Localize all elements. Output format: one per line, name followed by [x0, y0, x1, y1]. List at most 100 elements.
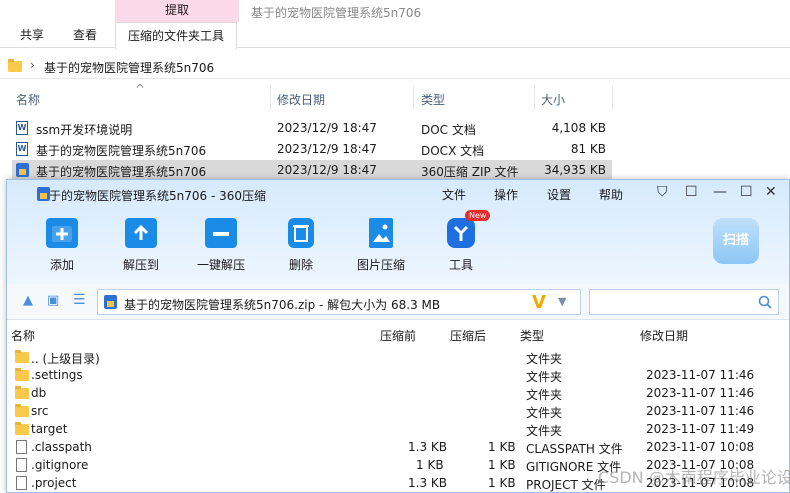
- toolbar-add-button[interactable]: 添加: [32, 218, 92, 273]
- archive-size-before: 1.3 KB: [408, 440, 447, 454]
- archive-row[interactable]: db 文件夹 2023-11-07 11:46: [7, 384, 789, 402]
- zip-nav-bar: ▲ ▣ ☰ 基于的宠物医院管理系统5n706.zip - 解包大小为 68.3 …: [7, 284, 789, 320]
- file-date: 2023/12/9 18:47: [277, 121, 377, 135]
- skin-shirt-icon[interactable]: ⛉: [657, 184, 668, 200]
- explorer-column-headers: 名称 ^ 修改日期 类型 大小: [0, 82, 790, 110]
- sort-up-icon: ^: [135, 82, 146, 96]
- column-type[interactable]: 类型: [421, 91, 445, 108]
- toolbar-label: 解压到: [122, 258, 159, 272]
- file-row[interactable]: W 基于的宠物医院管理系统5n706 2023/12/9 18:47 DOCX …: [12, 139, 612, 159]
- new-badge: New: [465, 210, 491, 221]
- archive-row[interactable]: .. (上级目录) 文件夹: [7, 348, 789, 366]
- window-title: 基于的宠物医院管理系统5n706: [251, 6, 422, 20]
- maximize-icon[interactable]: ☐: [740, 184, 753, 200]
- feedback-icon[interactable]: ☐: [685, 184, 698, 200]
- scan-button[interactable]: 扫描: [713, 218, 759, 264]
- toolbar-label: 一键解压: [196, 258, 245, 272]
- archive-name: .classpath: [31, 440, 92, 454]
- file-type: DOC 文档: [421, 123, 476, 137]
- extract-to-icon: [125, 218, 157, 248]
- file-date: 2023/12/9 18:47: [277, 142, 377, 156]
- file-type: DOCX 文档: [421, 144, 485, 158]
- file-name: 基于的宠物医院管理系统5n706: [36, 144, 207, 158]
- v-brand-icon[interactable]: V: [532, 292, 546, 313]
- file-row-selected[interactable]: 基于的宠物医院管理系统5n706 2023/12/9 18:47 360压缩 Z…: [12, 160, 612, 180]
- dropdown-arrow-icon[interactable]: ▼: [558, 295, 566, 308]
- archive-row[interactable]: .settings 文件夹 2023-11-07 11:46: [7, 366, 789, 384]
- word-doc-icon: W: [16, 121, 28, 135]
- menu-file[interactable]: 文件: [442, 186, 466, 203]
- toolbar-label: 添加: [49, 258, 74, 272]
- one-click-extract-icon: [205, 218, 237, 248]
- column-divider[interactable]: [413, 86, 414, 110]
- column-date[interactable]: 修改日期: [640, 327, 688, 344]
- toolbar-one-click-extract-button[interactable]: 一键解压: [191, 218, 251, 273]
- zip-archive-icon: [104, 295, 117, 309]
- menu-operate[interactable]: 操作: [494, 186, 518, 203]
- close-icon[interactable]: ✕: [765, 184, 777, 200]
- column-compressed-before[interactable]: 压缩前: [380, 327, 416, 344]
- zip-window-title: 基于的宠物医院管理系统5n706 - 360压缩: [17, 187, 266, 204]
- file-type: 360压缩 ZIP 文件: [421, 165, 519, 179]
- column-name[interactable]: 名称: [11, 327, 35, 344]
- column-type[interactable]: 类型: [520, 327, 544, 344]
- breadcrumb-path[interactable]: 基于的宠物医院管理系统5n706: [44, 59, 214, 76]
- column-name[interactable]: 名称: [16, 91, 40, 108]
- file-size: 81 KB: [570, 142, 606, 156]
- archive-type: CLASSPATH 文件: [526, 442, 623, 456]
- archive-date: 2023-11-07 11:49: [646, 422, 755, 436]
- file-size: 34,935 KB: [544, 163, 606, 177]
- tab-share[interactable]: 共享: [20, 26, 44, 43]
- folder-icon: [15, 386, 29, 399]
- toolbar-tools-button[interactable]: New 工具: [431, 210, 491, 273]
- archive-row[interactable]: target 文件夹 2023-11-07 11:49: [7, 420, 789, 438]
- column-divider[interactable]: [270, 86, 271, 110]
- column-divider[interactable]: [534, 86, 535, 110]
- ribbon-context-tab-extract[interactable]: 提取: [115, 0, 239, 22]
- archive-path-field[interactable]: 基于的宠物医院管理系统5n706.zip - 解包大小为 68.3 MB V ▼: [97, 289, 581, 315]
- folder-icon: [15, 404, 29, 417]
- file-name: ssm开发环境说明: [36, 123, 133, 137]
- zip-title-text: 基于的宠物医院管理系统5n706 - 360压缩: [37, 189, 267, 203]
- watermark: CSDN @木南程序毕业论设: [598, 468, 790, 487]
- file-size: 4,108 KB: [551, 121, 606, 135]
- search-input[interactable]: [589, 289, 779, 315]
- menu-help[interactable]: 帮助: [599, 186, 623, 203]
- archive-name: db: [31, 386, 47, 400]
- archive-type: 文件夹: [526, 424, 563, 438]
- archive-type: 文件夹: [526, 370, 563, 384]
- minimize-icon[interactable]: —: [713, 184, 727, 200]
- menu-settings[interactable]: 设置: [547, 186, 571, 203]
- toolbar-extract-to-button[interactable]: 解压到: [111, 218, 171, 273]
- tab-compressed-folder-tools[interactable]: 压缩的文件夹工具: [115, 22, 238, 49]
- toolbar-label: 工具: [448, 258, 473, 272]
- address-bar[interactable]: › 基于的宠物医院管理系统5n706: [0, 53, 790, 79]
- word-doc-icon: W: [16, 142, 28, 156]
- archive-date: 2023-11-07 11:46: [646, 368, 755, 382]
- column-divider[interactable]: [612, 86, 613, 110]
- column-date[interactable]: 修改日期: [277, 91, 325, 108]
- archive-row[interactable]: .classpath 1.3 KB 1 KB CLASSPATH 文件 2023…: [7, 438, 789, 456]
- zip-archive-icon: [16, 163, 29, 177]
- image-compress-icon: [369, 218, 393, 248]
- folder-icon: [15, 368, 29, 381]
- archive-name: .gitignore: [31, 458, 89, 472]
- archive-date: 2023-11-07 11:46: [646, 404, 755, 418]
- file-icon: [16, 458, 27, 472]
- tools-icon: New: [447, 210, 491, 248]
- file-row[interactable]: W ssm开发环境说明 2023/12/9 18:47 DOC 文档 4,108…: [12, 118, 612, 138]
- toolbar-delete-button[interactable]: 删除: [271, 218, 331, 273]
- toolbar-image-compress-button[interactable]: 图片压缩: [351, 218, 411, 273]
- file-name: 基于的宠物医院管理系统5n706: [36, 165, 207, 179]
- up-arrow-icon[interactable]: ▲: [23, 293, 33, 308]
- tab-view[interactable]: 查看: [73, 26, 97, 43]
- column-size[interactable]: 大小: [541, 91, 565, 108]
- archive-path-text: 基于的宠物医院管理系统5n706.zip - 解包大小为 68.3 MB: [124, 298, 441, 312]
- archive-row[interactable]: src 文件夹 2023-11-07 11:46: [7, 402, 789, 420]
- list-view-icon[interactable]: ☰: [73, 292, 86, 308]
- folder-icon: [8, 59, 22, 72]
- thumbnail-view-icon[interactable]: ▣: [47, 293, 59, 308]
- archive-name: src: [31, 404, 49, 418]
- column-compressed-after[interactable]: 压缩后: [450, 327, 486, 344]
- search-icon[interactable]: [758, 295, 772, 309]
